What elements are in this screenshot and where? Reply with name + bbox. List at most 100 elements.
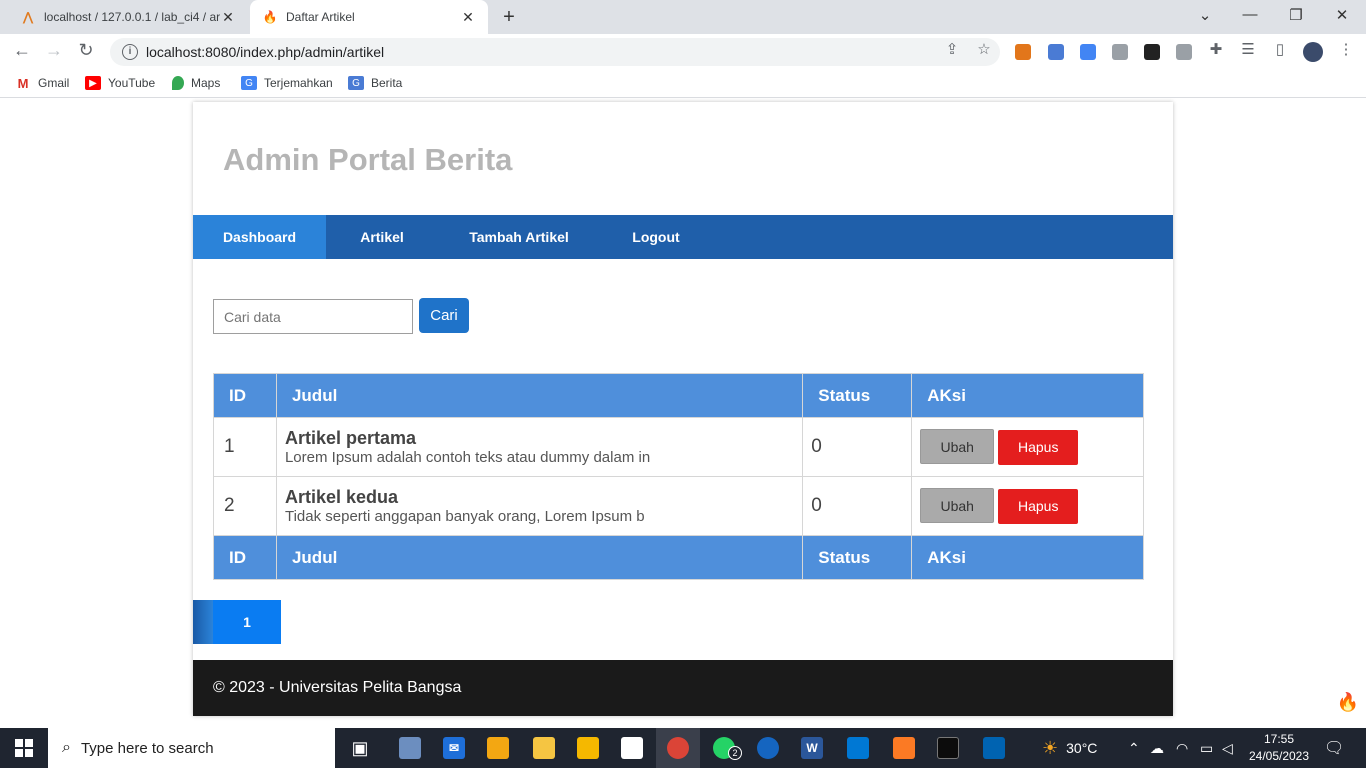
bookmark-label: YouTube (108, 76, 156, 90)
new-tab-icon[interactable]: + (498, 6, 520, 29)
site-info-icon[interactable]: i (122, 44, 138, 60)
share-icon[interactable]: ⇪ (943, 40, 961, 58)
url-text: localhost:8080/index.php/admin/artikel (146, 44, 385, 60)
pagination-edge (193, 600, 213, 644)
nav-logout[interactable]: Logout (600, 215, 712, 259)
edit-button[interactable]: Ubah (920, 429, 995, 464)
extension-screen-icon[interactable] (1112, 44, 1128, 60)
windows-start-icon[interactable] (0, 728, 48, 768)
tab-daftar-artikel[interactable]: 🔥 Daftar Artikel ✕ (250, 0, 488, 34)
bookmark-berita[interactable]: G Berita (348, 76, 402, 90)
file-explorer-icon[interactable] (566, 728, 610, 768)
photos-icon[interactable] (972, 728, 1016, 768)
minimize-icon[interactable]: — (1240, 6, 1260, 23)
main-navbar: Dashboard Artikel Tambah Artikel Logout (193, 215, 1173, 259)
bookmark-youtube[interactable]: ▶ YouTube (85, 76, 155, 90)
translate-icon: G (241, 76, 257, 90)
news-icon: G (348, 76, 364, 90)
xampp-icon[interactable] (882, 728, 926, 768)
article-excerpt: Tidak seperti anggapan banyak orang, Lor… (284, 507, 645, 525)
site-title: Admin Portal Berita (223, 142, 513, 177)
store-icon[interactable] (476, 728, 520, 768)
table-footer-row: ID Judul Status AKsi (213, 535, 1144, 580)
app-files-icon[interactable] (522, 728, 566, 768)
tab-phpmyadmin[interactable]: ⋀ localhost / 127.0.0.1 / lab_ci4 / ar ✕ (8, 0, 248, 34)
weather-widget[interactable]: ☀ 30°C (1042, 728, 1097, 768)
reload-icon[interactable]: ↻ (74, 40, 98, 61)
app-paint-icon[interactable] (388, 728, 432, 768)
tab-title: Daftar Artikel (286, 10, 355, 24)
restore-icon[interactable]: ❐ (1286, 6, 1306, 24)
codeigniter-debug-icon[interactable]: 🔥 (1336, 692, 1360, 716)
battery-icon[interactable]: ▭ (1200, 728, 1213, 768)
bookmark-label: Gmail (38, 76, 70, 90)
column-header-id: ID (213, 373, 277, 418)
taskbar-clock[interactable]: 17:55 24/05/2023 (1244, 731, 1314, 765)
bookmark-label: Berita (371, 76, 403, 90)
browser-toolbar: ← → ↻ i localhost:8080/index.php/admin/a… (0, 34, 1366, 70)
page-container: Admin Portal Berita Dashboard Artikel Ta… (193, 102, 1173, 716)
nav-dashboard[interactable]: Dashboard (193, 215, 326, 259)
forward-icon[interactable]: → (42, 40, 66, 61)
search-icon: ⌕ (62, 739, 71, 756)
nav-tambah-artikel[interactable]: Tambah Artikel (438, 215, 600, 259)
metamask-icon[interactable] (1015, 44, 1031, 60)
article-title[interactable]: Artikel kedua (285, 487, 794, 507)
column-footer-id: ID (213, 535, 277, 580)
cell-id: 1 (213, 417, 277, 477)
extension-dark-icon[interactable] (1144, 44, 1160, 60)
close-tab-icon[interactable]: ✕ (220, 9, 236, 26)
bookmark-label: Maps (191, 76, 221, 90)
bookmark-maps[interactable]: Maps (172, 76, 220, 90)
edit-button[interactable]: Ubah (920, 488, 995, 523)
vscode-icon[interactable] (836, 728, 880, 768)
onedrive-icon[interactable]: ☁ (1150, 728, 1164, 768)
close-tab-icon[interactable]: ✕ (460, 9, 476, 26)
address-bar[interactable]: i localhost:8080/index.php/admin/artikel (110, 38, 1000, 66)
task-view-icon[interactable]: ▣ (338, 728, 382, 768)
tab-search-icon[interactable]: ⌄ (1195, 6, 1215, 24)
browser-tabstrip: ⋀ localhost / 127.0.0.1 / lab_ci4 / ar ✕… (0, 0, 1366, 34)
chrome-icon[interactable] (656, 728, 700, 768)
reading-list-icon[interactable]: ☰ (1239, 40, 1257, 58)
bookmarks-bar: M Gmail ▶ YouTube Maps G Terjemahkan G B… (0, 70, 1366, 98)
gmail-icon: M (15, 76, 31, 91)
delete-button[interactable]: Hapus (998, 430, 1079, 465)
clock-date: 24/05/2023 (1248, 749, 1310, 763)
extension-copy-icon[interactable] (1176, 44, 1192, 60)
bookmark-star-icon[interactable]: ☆ (975, 40, 993, 58)
profile-avatar[interactable] (1303, 42, 1323, 62)
page-number-current[interactable]: 1 (213, 600, 281, 644)
side-panel-icon[interactable]: ▯ (1271, 40, 1289, 58)
wifi-icon[interactable]: ◠ (1176, 728, 1188, 768)
column-footer-aksi: AKsi (911, 535, 1144, 580)
word-icon[interactable]: W (790, 728, 834, 768)
delete-button[interactable]: Hapus (998, 489, 1079, 524)
notification-icon[interactable]: 🗨 (1324, 728, 1344, 768)
extensions-puzzle-icon[interactable]: ✚ (1207, 40, 1225, 58)
cell-id: 2 (213, 476, 277, 536)
app-blue-circle-icon[interactable] (746, 728, 790, 768)
nav-artikel[interactable]: Artikel (326, 215, 438, 259)
back-icon[interactable]: ← (10, 40, 34, 61)
volume-icon[interactable]: ◁ (1222, 728, 1233, 768)
article-title[interactable]: Artikel pertama (285, 428, 794, 448)
bookmark-gmail[interactable]: M Gmail (15, 76, 70, 91)
translate-icon[interactable] (1080, 44, 1096, 60)
terminal-icon[interactable] (926, 728, 970, 768)
tray-overflow-icon[interactable]: ⌃ (1128, 728, 1140, 768)
mail-icon[interactable]: ✉ (432, 728, 476, 768)
extension-doc-icon[interactable] (1048, 44, 1064, 60)
whatsapp-icon[interactable]: 2 (702, 728, 746, 768)
cell-judul: Artikel pertama Lorem Ipsum adalah conto… (275, 417, 804, 477)
close-window-icon[interactable]: ✕ (1332, 6, 1352, 24)
search-button[interactable]: Cari (419, 298, 469, 333)
cell-status: 0 (802, 476, 913, 536)
taskbar-search[interactable]: ⌕ Type here to search (48, 728, 335, 768)
phpmyadmin-icon: ⋀ (23, 10, 33, 24)
notepad-icon[interactable] (610, 728, 654, 768)
search-input[interactable] (213, 299, 413, 334)
bookmark-terjemahkan[interactable]: G Terjemahkan (241, 76, 333, 90)
column-footer-status: Status (802, 535, 913, 580)
menu-kebab-icon[interactable]: ⋮ (1337, 40, 1355, 58)
